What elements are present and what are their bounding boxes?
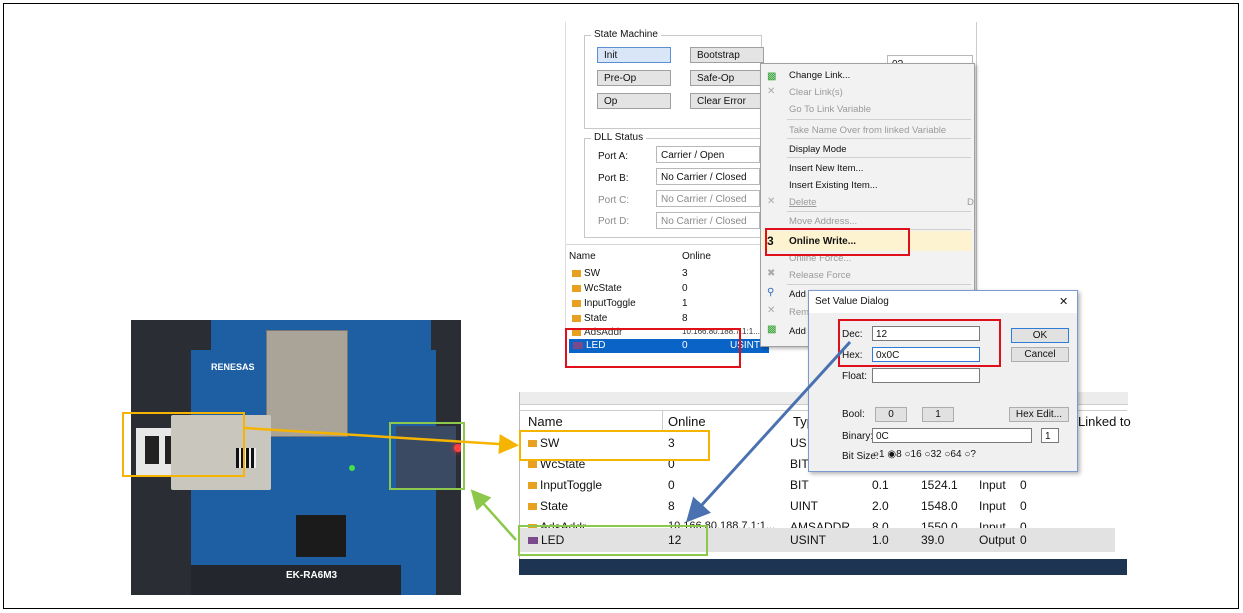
annotation-arrows <box>244 340 852 541</box>
arrow-orange <box>244 426 519 455</box>
arrow-blue <box>685 340 852 523</box>
arrow-green <box>470 489 517 541</box>
